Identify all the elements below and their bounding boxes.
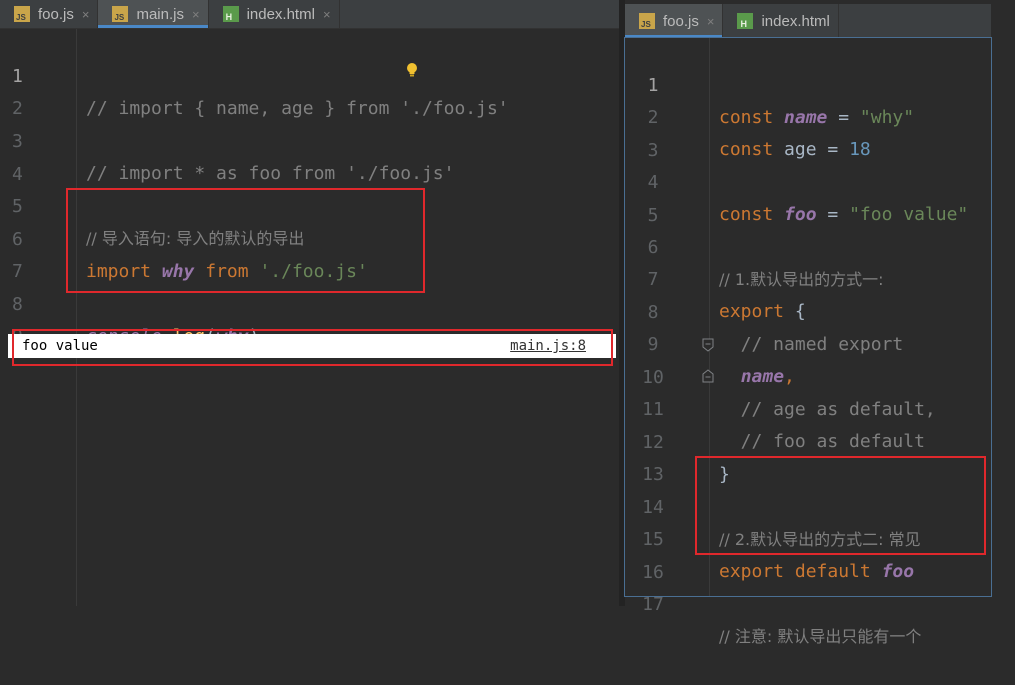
code-line: 17 // 注意: 默认导出只能有一个 <box>625 557 991 646</box>
code-line: 1 const name = "why" <box>625 38 991 128</box>
code-line: 11 // foo as default <box>625 362 991 452</box>
editor-margin <box>992 0 1015 606</box>
left-editor-tabbar: JS foo.js × JS main.js × H index.html × <box>0 0 620 29</box>
console-message: foo value <box>22 338 98 354</box>
code-line: 6 // 1.默认导出的方式一: <box>625 200 991 289</box>
code-text: // 注意: 默认导出只能有一个 <box>719 627 922 646</box>
code-line: 2 <box>0 61 620 119</box>
html-file-icon: H <box>222 6 239 22</box>
code-line: 4 const foo = "foo value" <box>625 135 991 225</box>
js-file-icon: JS <box>112 6 129 22</box>
fold-icon[interactable] <box>702 338 714 352</box>
code-line: 14 // 2.默认导出的方式二: 常见 <box>625 460 991 549</box>
close-icon[interactable]: × <box>323 7 331 22</box>
console-output: foo value main.js:8 <box>8 334 616 358</box>
code-line: 10 // age as default, <box>625 330 991 420</box>
close-icon[interactable]: × <box>707 14 715 29</box>
js-file-icon: JS <box>639 13 655 29</box>
tab-index-html-left[interactable]: H index.html × <box>209 0 340 28</box>
html-file-icon: H <box>737 13 754 29</box>
line-number: 17 <box>642 594 664 615</box>
code-line: 7 export { <box>625 232 991 322</box>
code-line: 12 } <box>625 395 991 485</box>
code-line: 16 <box>625 525 991 583</box>
tab-label: main.js <box>136 5 184 23</box>
tab-foo-js-left[interactable]: JS foo.js × <box>0 0 99 28</box>
code-line: 5 // 导入语句: 导入的默认的导出 <box>0 159 620 248</box>
code-line: 7 <box>0 224 620 282</box>
js-file-icon: JS <box>14 6 30 22</box>
tab-label: foo.js <box>38 5 74 23</box>
console-source-link[interactable]: main.js:8 <box>510 334 586 358</box>
tab-label: index.html <box>761 12 830 30</box>
code-line: 3 // import * as foo from './foo.js' <box>0 94 620 184</box>
code-line: 15 export default foo <box>625 492 991 582</box>
right-editor-tabbar: JS foo.js × H index.html <box>625 4 991 39</box>
tab-label: index.html <box>246 5 315 23</box>
code-line: 1 // import { name, age } from './foo.js… <box>0 29 620 119</box>
code-line: 9 <box>0 289 620 347</box>
tab-main-js[interactable]: JS main.js × <box>98 0 209 28</box>
close-icon[interactable]: × <box>192 7 200 22</box>
code-line: 9 name, <box>625 297 991 387</box>
code-line: 4 <box>0 127 620 185</box>
tab-index-html-right[interactable]: H index.html <box>723 4 839 38</box>
foo-js-editor[interactable]: 1 const name = "why" 2 const age = 18 3 … <box>624 37 992 646</box>
code-line: 8 // named export <box>625 265 991 355</box>
code-line: 5 <box>625 168 991 226</box>
code-line: 8 console.log(why) <box>0 257 620 347</box>
lightbulb-icon[interactable] <box>406 62 418 78</box>
code-line: 3 <box>625 103 991 161</box>
fold-icon[interactable] <box>702 369 714 383</box>
close-icon[interactable]: × <box>82 7 90 22</box>
tab-label: foo.js <box>663 12 699 30</box>
main-js-editor[interactable]: 1 // import { name, age } from './foo.js… <box>0 29 620 606</box>
code-line: 13 <box>625 427 991 485</box>
code-line: 2 const age = 18 <box>625 70 991 160</box>
code-line: 6 import why from './foo.js' <box>0 192 620 282</box>
tab-foo-js-right[interactable]: JS foo.js × <box>625 4 724 38</box>
